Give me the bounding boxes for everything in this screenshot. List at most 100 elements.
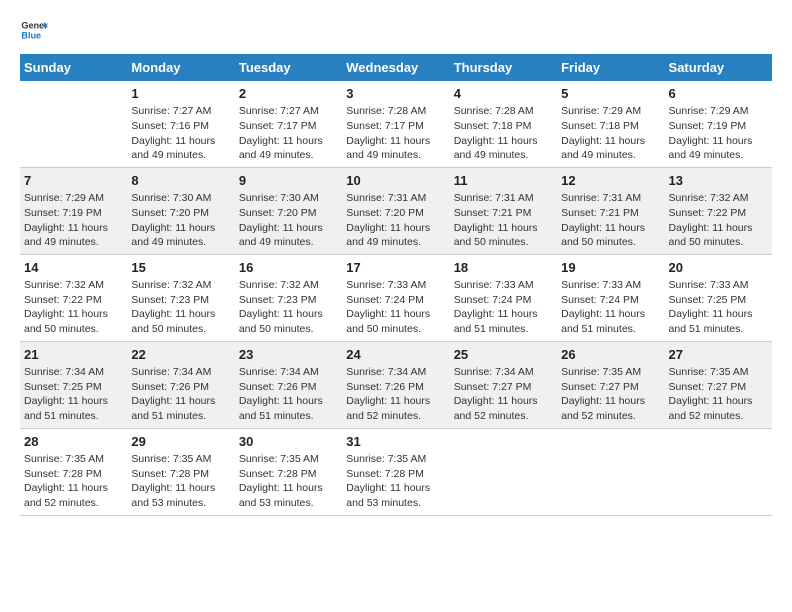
day-info: Sunrise: 7:28 AM Sunset: 7:17 PM Dayligh… [346,104,445,163]
day-info: Sunrise: 7:33 AM Sunset: 7:25 PM Dayligh… [669,278,768,337]
day-info: Sunrise: 7:32 AM Sunset: 7:22 PM Dayligh… [24,278,123,337]
calendar-cell: 29Sunrise: 7:35 AM Sunset: 7:28 PM Dayli… [127,428,234,515]
weekday-header: Tuesday [235,54,342,81]
calendar-cell: 22Sunrise: 7:34 AM Sunset: 7:26 PM Dayli… [127,341,234,428]
calendar-cell [20,81,127,167]
weekday-header: Sunday [20,54,127,81]
day-info: Sunrise: 7:29 AM Sunset: 7:18 PM Dayligh… [561,104,660,163]
day-number: 25 [454,346,553,364]
day-number: 24 [346,346,445,364]
weekday-header: Thursday [450,54,557,81]
day-info: Sunrise: 7:34 AM Sunset: 7:26 PM Dayligh… [346,365,445,424]
calendar-week-row: 28Sunrise: 7:35 AM Sunset: 7:28 PM Dayli… [20,428,772,515]
calendar-cell [450,428,557,515]
day-number: 14 [24,259,123,277]
calendar-cell: 5Sunrise: 7:29 AM Sunset: 7:18 PM Daylig… [557,81,664,167]
svg-text:Blue: Blue [21,30,41,40]
calendar-cell [557,428,664,515]
calendar-cell: 1Sunrise: 7:27 AM Sunset: 7:16 PM Daylig… [127,81,234,167]
day-info: Sunrise: 7:31 AM Sunset: 7:20 PM Dayligh… [346,191,445,250]
day-info: Sunrise: 7:28 AM Sunset: 7:18 PM Dayligh… [454,104,553,163]
calendar-cell: 18Sunrise: 7:33 AM Sunset: 7:24 PM Dayli… [450,254,557,341]
calendar-cell [665,428,772,515]
calendar-cell: 11Sunrise: 7:31 AM Sunset: 7:21 PM Dayli… [450,167,557,254]
calendar-cell: 12Sunrise: 7:31 AM Sunset: 7:21 PM Dayli… [557,167,664,254]
day-number: 27 [669,346,768,364]
day-info: Sunrise: 7:32 AM Sunset: 7:23 PM Dayligh… [239,278,338,337]
calendar-week-row: 14Sunrise: 7:32 AM Sunset: 7:22 PM Dayli… [20,254,772,341]
calendar-cell: 9Sunrise: 7:30 AM Sunset: 7:20 PM Daylig… [235,167,342,254]
calendar-cell: 16Sunrise: 7:32 AM Sunset: 7:23 PM Dayli… [235,254,342,341]
day-info: Sunrise: 7:33 AM Sunset: 7:24 PM Dayligh… [561,278,660,337]
weekday-header: Friday [557,54,664,81]
calendar-cell: 14Sunrise: 7:32 AM Sunset: 7:22 PM Dayli… [20,254,127,341]
calendar-table: SundayMondayTuesdayWednesdayThursdayFrid… [20,54,772,516]
page-header: General Blue [20,16,772,44]
day-info: Sunrise: 7:32 AM Sunset: 7:22 PM Dayligh… [669,191,768,250]
day-number: 6 [669,85,768,103]
day-info: Sunrise: 7:34 AM Sunset: 7:27 PM Dayligh… [454,365,553,424]
calendar-cell: 24Sunrise: 7:34 AM Sunset: 7:26 PM Dayli… [342,341,449,428]
logo-icon: General Blue [20,16,48,44]
calendar-cell: 7Sunrise: 7:29 AM Sunset: 7:19 PM Daylig… [20,167,127,254]
day-number: 11 [454,172,553,190]
day-number: 12 [561,172,660,190]
day-number: 29 [131,433,230,451]
day-number: 18 [454,259,553,277]
day-number: 3 [346,85,445,103]
calendar-cell: 2Sunrise: 7:27 AM Sunset: 7:17 PM Daylig… [235,81,342,167]
calendar-cell: 27Sunrise: 7:35 AM Sunset: 7:27 PM Dayli… [665,341,772,428]
day-number: 23 [239,346,338,364]
day-number: 28 [24,433,123,451]
day-number: 1 [131,85,230,103]
calendar-cell: 3Sunrise: 7:28 AM Sunset: 7:17 PM Daylig… [342,81,449,167]
calendar-cell: 31Sunrise: 7:35 AM Sunset: 7:28 PM Dayli… [342,428,449,515]
weekday-header: Wednesday [342,54,449,81]
weekday-header: Monday [127,54,234,81]
day-info: Sunrise: 7:35 AM Sunset: 7:28 PM Dayligh… [24,452,123,511]
day-number: 15 [131,259,230,277]
day-number: 9 [239,172,338,190]
calendar-cell: 21Sunrise: 7:34 AM Sunset: 7:25 PM Dayli… [20,341,127,428]
day-number: 16 [239,259,338,277]
calendar-week-row: 1Sunrise: 7:27 AM Sunset: 7:16 PM Daylig… [20,81,772,167]
day-info: Sunrise: 7:34 AM Sunset: 7:25 PM Dayligh… [24,365,123,424]
day-info: Sunrise: 7:35 AM Sunset: 7:28 PM Dayligh… [131,452,230,511]
calendar-cell: 20Sunrise: 7:33 AM Sunset: 7:25 PM Dayli… [665,254,772,341]
day-info: Sunrise: 7:35 AM Sunset: 7:28 PM Dayligh… [346,452,445,511]
day-number: 4 [454,85,553,103]
logo: General Blue [20,16,48,44]
day-info: Sunrise: 7:31 AM Sunset: 7:21 PM Dayligh… [561,191,660,250]
day-info: Sunrise: 7:31 AM Sunset: 7:21 PM Dayligh… [454,191,553,250]
calendar-cell: 8Sunrise: 7:30 AM Sunset: 7:20 PM Daylig… [127,167,234,254]
calendar-cell: 26Sunrise: 7:35 AM Sunset: 7:27 PM Dayli… [557,341,664,428]
day-info: Sunrise: 7:27 AM Sunset: 7:16 PM Dayligh… [131,104,230,163]
day-info: Sunrise: 7:35 AM Sunset: 7:27 PM Dayligh… [561,365,660,424]
calendar-cell: 17Sunrise: 7:33 AM Sunset: 7:24 PM Dayli… [342,254,449,341]
calendar-cell: 19Sunrise: 7:33 AM Sunset: 7:24 PM Dayli… [557,254,664,341]
weekday-header: Saturday [665,54,772,81]
day-info: Sunrise: 7:32 AM Sunset: 7:23 PM Dayligh… [131,278,230,337]
day-number: 5 [561,85,660,103]
day-number: 22 [131,346,230,364]
day-info: Sunrise: 7:35 AM Sunset: 7:27 PM Dayligh… [669,365,768,424]
day-info: Sunrise: 7:29 AM Sunset: 7:19 PM Dayligh… [669,104,768,163]
day-number: 21 [24,346,123,364]
calendar-week-row: 7Sunrise: 7:29 AM Sunset: 7:19 PM Daylig… [20,167,772,254]
day-number: 7 [24,172,123,190]
day-info: Sunrise: 7:29 AM Sunset: 7:19 PM Dayligh… [24,191,123,250]
calendar-cell: 13Sunrise: 7:32 AM Sunset: 7:22 PM Dayli… [665,167,772,254]
day-info: Sunrise: 7:27 AM Sunset: 7:17 PM Dayligh… [239,104,338,163]
day-number: 13 [669,172,768,190]
calendar-cell: 10Sunrise: 7:31 AM Sunset: 7:20 PM Dayli… [342,167,449,254]
day-info: Sunrise: 7:30 AM Sunset: 7:20 PM Dayligh… [131,191,230,250]
day-info: Sunrise: 7:34 AM Sunset: 7:26 PM Dayligh… [239,365,338,424]
day-info: Sunrise: 7:30 AM Sunset: 7:20 PM Dayligh… [239,191,338,250]
calendar-cell: 15Sunrise: 7:32 AM Sunset: 7:23 PM Dayli… [127,254,234,341]
day-number: 31 [346,433,445,451]
day-number: 30 [239,433,338,451]
day-number: 17 [346,259,445,277]
day-number: 8 [131,172,230,190]
day-info: Sunrise: 7:35 AM Sunset: 7:28 PM Dayligh… [239,452,338,511]
day-info: Sunrise: 7:33 AM Sunset: 7:24 PM Dayligh… [346,278,445,337]
